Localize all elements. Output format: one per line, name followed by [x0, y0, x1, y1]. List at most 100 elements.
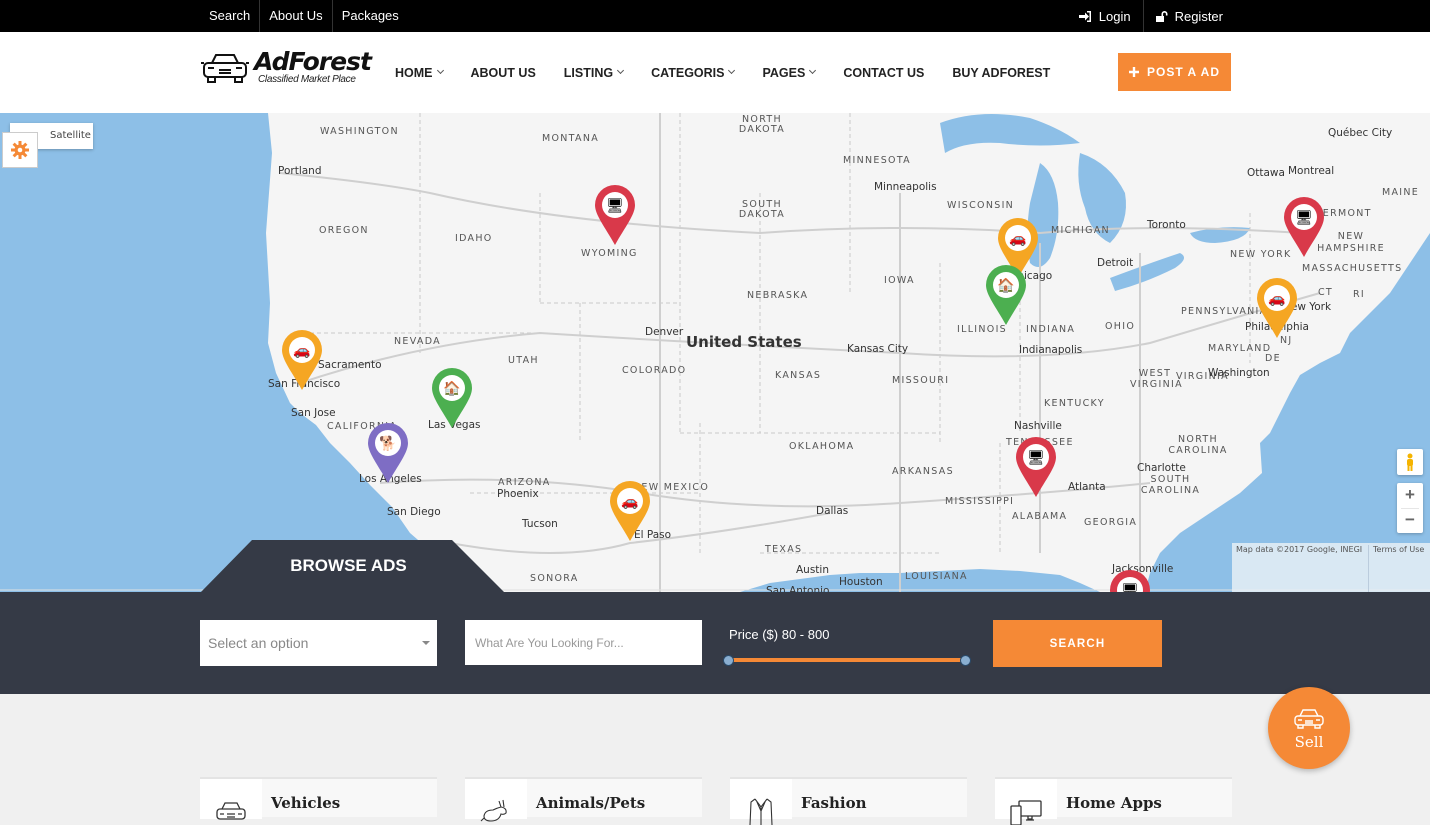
- register-label: Register: [1174, 8, 1223, 24]
- sign-in-icon: [1078, 10, 1091, 22]
- unlock-icon: [1155, 10, 1168, 22]
- map-zoom-control: + −: [1397, 483, 1423, 533]
- map-state-label: TEXAS: [765, 544, 803, 555]
- topbar-link-about-us[interactable]: About Us: [260, 0, 333, 32]
- category-name: Animals/Pets: [536, 794, 646, 812]
- category-card-vehicles[interactable]: Vehicles: [200, 777, 437, 820]
- appliance-icon: 🖥: [1023, 444, 1049, 470]
- post-ad-button[interactable]: POST A AD: [1118, 53, 1231, 91]
- category-name: Fashion: [801, 794, 867, 812]
- pegman-icon: [1407, 453, 1413, 471]
- nav-listing-label: LISTING: [563, 65, 614, 80]
- category-name: Home Apps: [1066, 794, 1162, 812]
- category-card-animals-pets[interactable]: Animals/Pets: [465, 777, 702, 822]
- nav-about-us[interactable]: ABOUT US: [471, 66, 536, 80]
- category-card-home-apps[interactable]: Home Apps: [995, 777, 1232, 825]
- nav-buy-adforest-label: BUY ADFOREST: [952, 65, 1051, 80]
- map-marker-electronics[interactable]: 🖥: [1110, 570, 1150, 592]
- map-state-label: KENTUCKY: [1044, 398, 1105, 409]
- keyword-search-input[interactable]: [465, 620, 702, 665]
- map-state-label: ILLINOIS: [957, 324, 1008, 335]
- map-city-label: Charlotte: [1137, 462, 1186, 474]
- logo-brand: AdForest: [254, 47, 372, 76]
- map-state-label: NEVADA: [394, 336, 441, 347]
- jacket-icon: [749, 798, 773, 825]
- zoom-out-button[interactable]: −: [1397, 508, 1423, 533]
- map-marker-electronics[interactable]: 🖥: [1016, 437, 1056, 497]
- map-state-label: IOWA: [884, 275, 915, 286]
- map-state-label: IDAHO: [455, 233, 493, 244]
- category-select-value: Select an option: [208, 635, 309, 651]
- main-header: AdForest Classified Market Place HOME AB…: [0, 32, 1430, 113]
- map-state-label: WASHINGTON: [320, 126, 399, 137]
- street-view-pegman-button[interactable]: [1397, 449, 1423, 475]
- map-state-label: MICHIGAN: [1051, 225, 1110, 236]
- logo-tagline: Classified Market Place: [258, 74, 356, 85]
- sell-label: Sell: [1294, 733, 1324, 751]
- map-city-label: Sacramento: [318, 359, 382, 371]
- map-marker-electronics[interactable]: 🖥: [1284, 197, 1324, 257]
- nav-pages[interactable]: PAGES: [762, 65, 817, 80]
- map-settings-button[interactable]: [2, 132, 38, 168]
- map-state-label: KANSAS: [775, 370, 822, 381]
- map-state-label: MISSOURI: [892, 375, 950, 386]
- map-marker-vehicles[interactable]: 🚗: [1257, 278, 1297, 338]
- nav-contact-us[interactable]: CONTACT US: [843, 66, 924, 80]
- map-marker-real-estate[interactable]: 🏠: [432, 368, 472, 428]
- map-data-credit: Map data ©2017 Google, INEGI: [1236, 545, 1363, 554]
- map-attribution: Map data ©2017 Google, INEGI Terms of Us…: [1232, 543, 1430, 592]
- topbar-link-packages[interactable]: Packages: [333, 0, 408, 32]
- map-state-label: SOUTH DAKOTA: [738, 199, 786, 220]
- map-state-label: ALABAMA: [1012, 511, 1068, 522]
- price-max-handle[interactable]: [960, 655, 971, 666]
- map-state-label: WYOMING: [581, 248, 638, 259]
- map-marker-electronics[interactable]: 🖥: [595, 185, 635, 245]
- category-card-fashion[interactable]: Fashion: [730, 777, 967, 825]
- price-min-handle[interactable]: [723, 655, 734, 666]
- map-marker-vehicles[interactable]: 🚗: [282, 330, 322, 390]
- topbar-link-search[interactable]: Search: [200, 0, 261, 32]
- category-icon-box: [200, 779, 262, 820]
- nav-buy-adforest[interactable]: BUY ADFOREST: [952, 66, 1050, 80]
- register-link[interactable]: Register: [1144, 0, 1235, 32]
- map-state-label: UTAH: [508, 355, 539, 366]
- red-car-icon: 🚗: [1005, 225, 1031, 251]
- zoom-in-button[interactable]: +: [1397, 483, 1423, 508]
- map-marker-animals[interactable]: 🐕: [368, 423, 408, 483]
- sell-button[interactable]: Sell: [1268, 687, 1350, 769]
- map-state-label: NEW HAMPSHIRE: [1317, 231, 1385, 254]
- category-icon-box: [730, 779, 792, 825]
- map-state-label: OKLAHOMA: [789, 441, 855, 452]
- map-state-label: COLORADO: [622, 365, 687, 376]
- main-nav: HOME ABOUT US LISTING CATEGORIS PAGES CO…: [395, 32, 1078, 113]
- map-state-label: NEBRASKA: [747, 290, 809, 301]
- top-bar: Search About Us Packages Login Register: [0, 0, 1430, 32]
- category-select[interactable]: Select an option: [200, 620, 437, 666]
- gear-icon: [11, 141, 29, 159]
- map-state-label: NORTH CAROLINA: [1168, 434, 1228, 456]
- map-state-label: INDIANA: [1026, 324, 1076, 335]
- nav-about-us-label: ABOUT US: [470, 65, 536, 80]
- nav-listing[interactable]: LISTING: [563, 65, 625, 80]
- map-marker-vehicles[interactable]: 🚗: [610, 481, 650, 541]
- price-range-track[interactable]: [729, 658, 966, 662]
- map-marker-real-estate[interactable]: 🏠: [986, 265, 1026, 325]
- nav-contact-us-label: CONTACT US: [843, 65, 925, 80]
- map-city-label: Detroit: [1097, 257, 1134, 269]
- login-link[interactable]: Login: [1067, 0, 1144, 32]
- nav-categories[interactable]: CATEGORIS: [651, 66, 736, 80]
- ads-map[interactable]: WASHINGTON MONTANA NORTH DAKOTA MINNESOT…: [0, 113, 1430, 592]
- search-button[interactable]: SEARCH: [993, 620, 1162, 667]
- map-city-label: Portland: [278, 165, 322, 177]
- terms-of-use-link[interactable]: Terms of Use: [1368, 545, 1424, 592]
- nav-home[interactable]: HOME: [395, 66, 444, 80]
- nav-pages-label: PAGES: [762, 65, 806, 80]
- map-state-label: WEST VIRGINIA: [1130, 368, 1183, 390]
- price-range-label: Price ($) 80 - 800: [729, 627, 830, 642]
- map-city-label: Tucson: [522, 518, 558, 530]
- site-logo[interactable]: AdForest Classified Market Place: [200, 47, 372, 85]
- map-state-label: DE: [1265, 353, 1281, 364]
- map-state-label: OHIO: [1105, 321, 1136, 332]
- browse-ads-tab: BROWSE ADS: [200, 540, 505, 593]
- map-city-label: Nashville: [1014, 420, 1062, 432]
